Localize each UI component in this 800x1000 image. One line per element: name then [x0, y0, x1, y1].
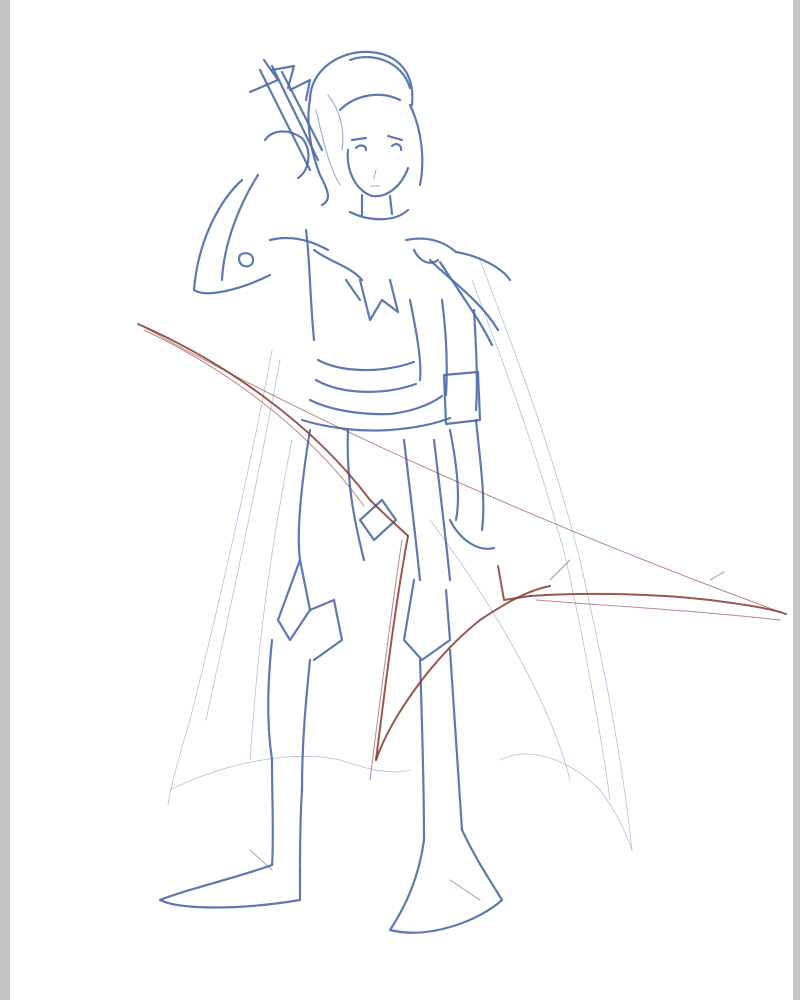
longbow-sketch [137, 323, 787, 781]
drawing-canvas[interactable] [10, 0, 793, 1000]
armor-torso-sketch [300, 228, 512, 550]
legs-and-boots-sketch [158, 428, 504, 934]
hair-and-face-sketch [307, 50, 424, 221]
sketch-drawing [137, 50, 787, 934]
